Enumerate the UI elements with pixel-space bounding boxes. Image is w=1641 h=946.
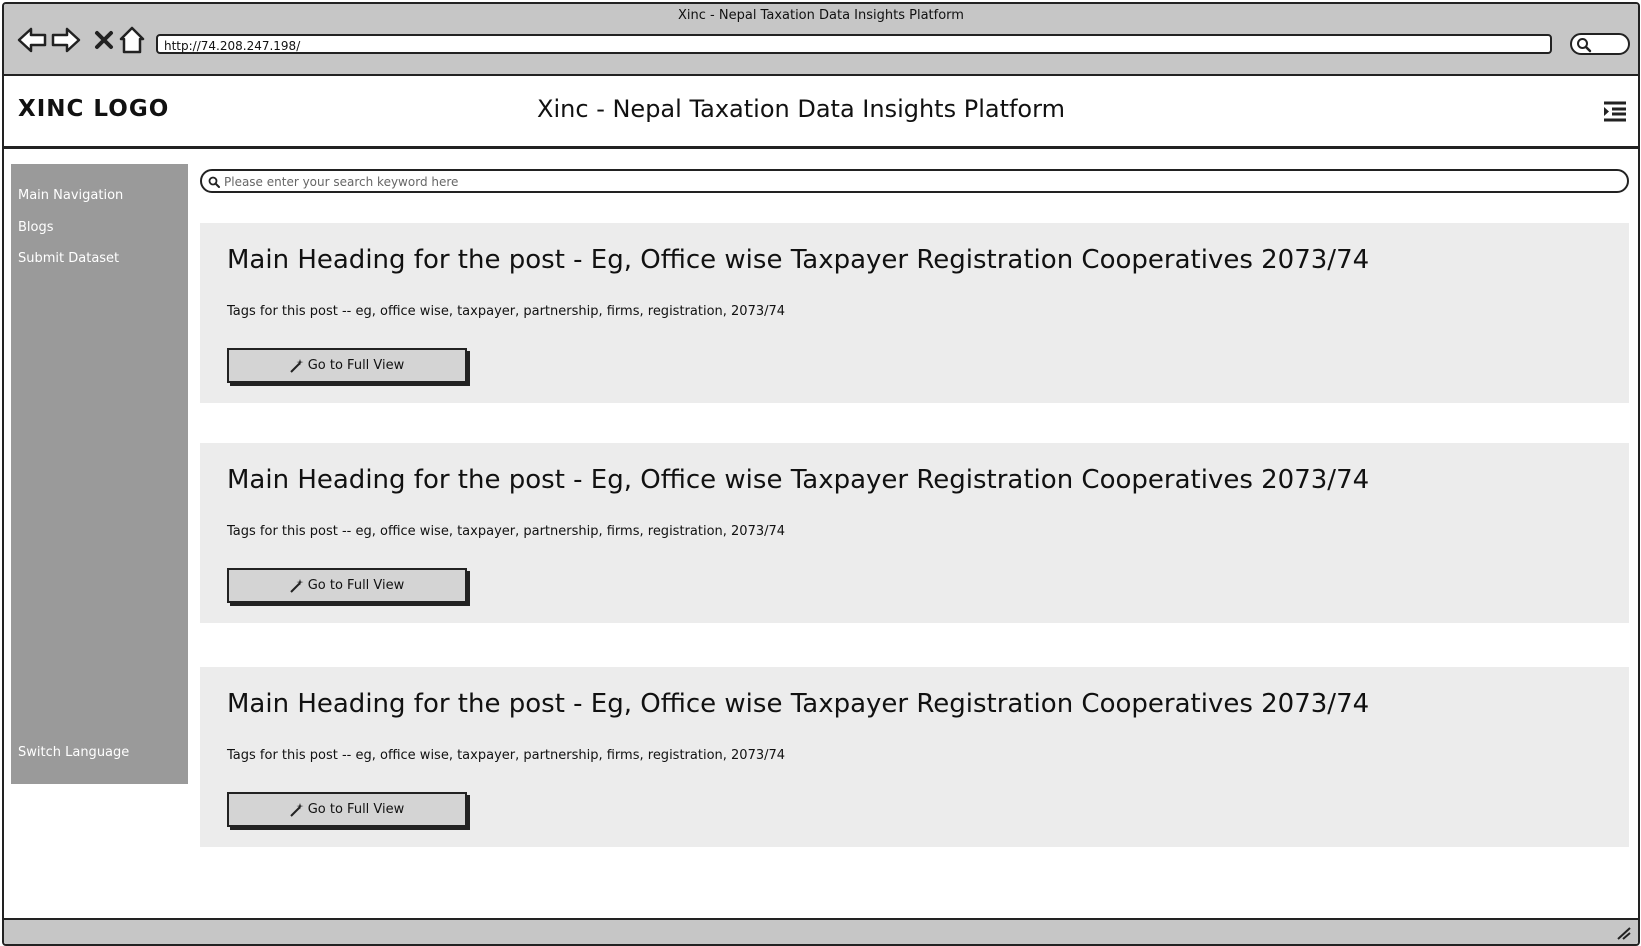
status-bar <box>4 918 1638 944</box>
window-title: Xinc - Nepal Taxation Data Insights Plat… <box>678 8 964 23</box>
magic-wand-icon <box>290 358 304 373</box>
search-input[interactable] <box>222 172 1616 192</box>
sidebar-item-main-navigation[interactable]: Main Navigation <box>18 188 123 203</box>
resize-grip-icon[interactable] <box>1616 926 1632 940</box>
post-title: Main Heading for the post - Eg, Office w… <box>227 465 1370 495</box>
search-icon <box>1577 38 1592 53</box>
back-icon[interactable] <box>16 24 48 56</box>
magic-wand-icon <box>290 578 304 593</box>
sidebar: Main Navigation Blogs Submit Dataset Swi… <box>11 164 188 784</box>
switch-language-link[interactable]: Switch Language <box>18 745 129 760</box>
sidebar-item-blogs[interactable]: Blogs <box>18 220 54 235</box>
post-tags: Tags for this post -- eg, office wise, t… <box>227 748 786 763</box>
forward-icon[interactable] <box>50 24 82 56</box>
post-card: Main Heading for the post - Eg, Office w… <box>200 667 1629 847</box>
browser-window: Xinc - Nepal Taxation Data Insights Plat… <box>2 2 1640 946</box>
button-label: Go to Full View <box>307 802 405 817</box>
go-to-full-view-button[interactable]: Go to Full View <box>227 792 467 827</box>
go-to-full-view-button[interactable]: Go to Full View <box>227 568 467 603</box>
go-to-full-view-button[interactable]: Go to Full View <box>227 348 467 383</box>
post-tags: Tags for this post -- eg, office wise, t… <box>227 524 786 539</box>
sidebar-item-submit-dataset[interactable]: Submit Dataset <box>18 251 119 266</box>
post-title: Main Heading for the post - Eg, Office w… <box>227 245 1370 275</box>
button-label: Go to Full View <box>307 578 405 593</box>
search-bar[interactable] <box>200 169 1629 193</box>
post-title: Main Heading for the post - Eg, Office w… <box>227 689 1370 719</box>
post-card: Main Heading for the post - Eg, Office w… <box>200 443 1629 623</box>
site-header: XINC LOGO Xinc - Nepal Taxation Data Ins… <box>4 76 1638 149</box>
post-tags: Tags for this post -- eg, office wise, t… <box>227 304 786 319</box>
post-card: Main Heading for the post - Eg, Office w… <box>200 223 1629 403</box>
home-icon[interactable] <box>116 24 148 56</box>
menu-icon[interactable] <box>1602 100 1628 126</box>
address-bar[interactable]: http://74.208.247.198/ <box>156 34 1552 54</box>
magic-wand-icon <box>290 802 304 817</box>
page-title: Xinc - Nepal Taxation Data Insights Plat… <box>537 95 1065 123</box>
search-icon <box>208 176 220 188</box>
browser-chrome: Xinc - Nepal Taxation Data Insights Plat… <box>4 4 1638 76</box>
button-label: Go to Full View <box>307 358 405 373</box>
browser-search-box[interactable] <box>1570 33 1630 55</box>
